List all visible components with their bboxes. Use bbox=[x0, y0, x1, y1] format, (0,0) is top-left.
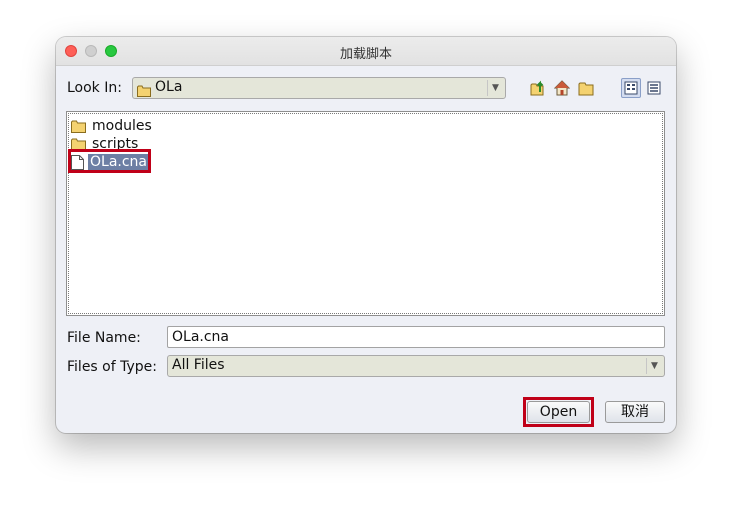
new-folder-icon bbox=[578, 82, 594, 96]
up-folder-icon bbox=[530, 80, 544, 96]
look-in-label: Look In: bbox=[67, 80, 122, 96]
up-folder-button[interactable] bbox=[529, 79, 547, 97]
file-name-field[interactable]: OLa.cna bbox=[167, 326, 665, 348]
list-item-folder[interactable]: modules bbox=[71, 117, 154, 135]
cancel-button[interactable]: 取消 bbox=[605, 401, 665, 423]
folder-icon bbox=[71, 120, 86, 133]
window-title: 加载脚本 bbox=[339, 47, 392, 62]
folder-icon bbox=[137, 82, 151, 101]
file-list-focus-border bbox=[68, 113, 663, 314]
list-item-label: modules bbox=[92, 118, 152, 134]
file-list[interactable]: modules scripts OLa.cna bbox=[66, 111, 665, 316]
highlight-outline bbox=[68, 149, 151, 173]
files-of-type-value: All Files bbox=[172, 357, 225, 373]
look-in-value: OLa bbox=[155, 79, 183, 95]
details-view-icon bbox=[647, 81, 661, 95]
list-view-icon bbox=[624, 81, 638, 95]
list-view-button[interactable] bbox=[621, 78, 641, 98]
new-folder-button[interactable] bbox=[577, 79, 595, 97]
chevron-down-icon[interactable]: ▼ bbox=[646, 358, 662, 374]
open-file-dialog: 加载脚本 Look In: OLa ▼ modules scripts OLa.… bbox=[56, 37, 676, 433]
look-in-combo[interactable]: OLa ▼ bbox=[132, 77, 506, 99]
title-bar[interactable]: 加载脚本 bbox=[56, 37, 676, 66]
chevron-down-icon[interactable]: ▼ bbox=[487, 80, 503, 96]
details-view-button[interactable] bbox=[644, 78, 664, 98]
file-name-label: File Name: bbox=[67, 330, 141, 346]
home-button[interactable] bbox=[553, 79, 571, 97]
highlight-outline bbox=[523, 397, 594, 427]
files-of-type-label: Files of Type: bbox=[67, 359, 157, 375]
home-icon bbox=[554, 80, 570, 96]
files-of-type-combo[interactable]: All Files ▼ bbox=[167, 355, 665, 377]
